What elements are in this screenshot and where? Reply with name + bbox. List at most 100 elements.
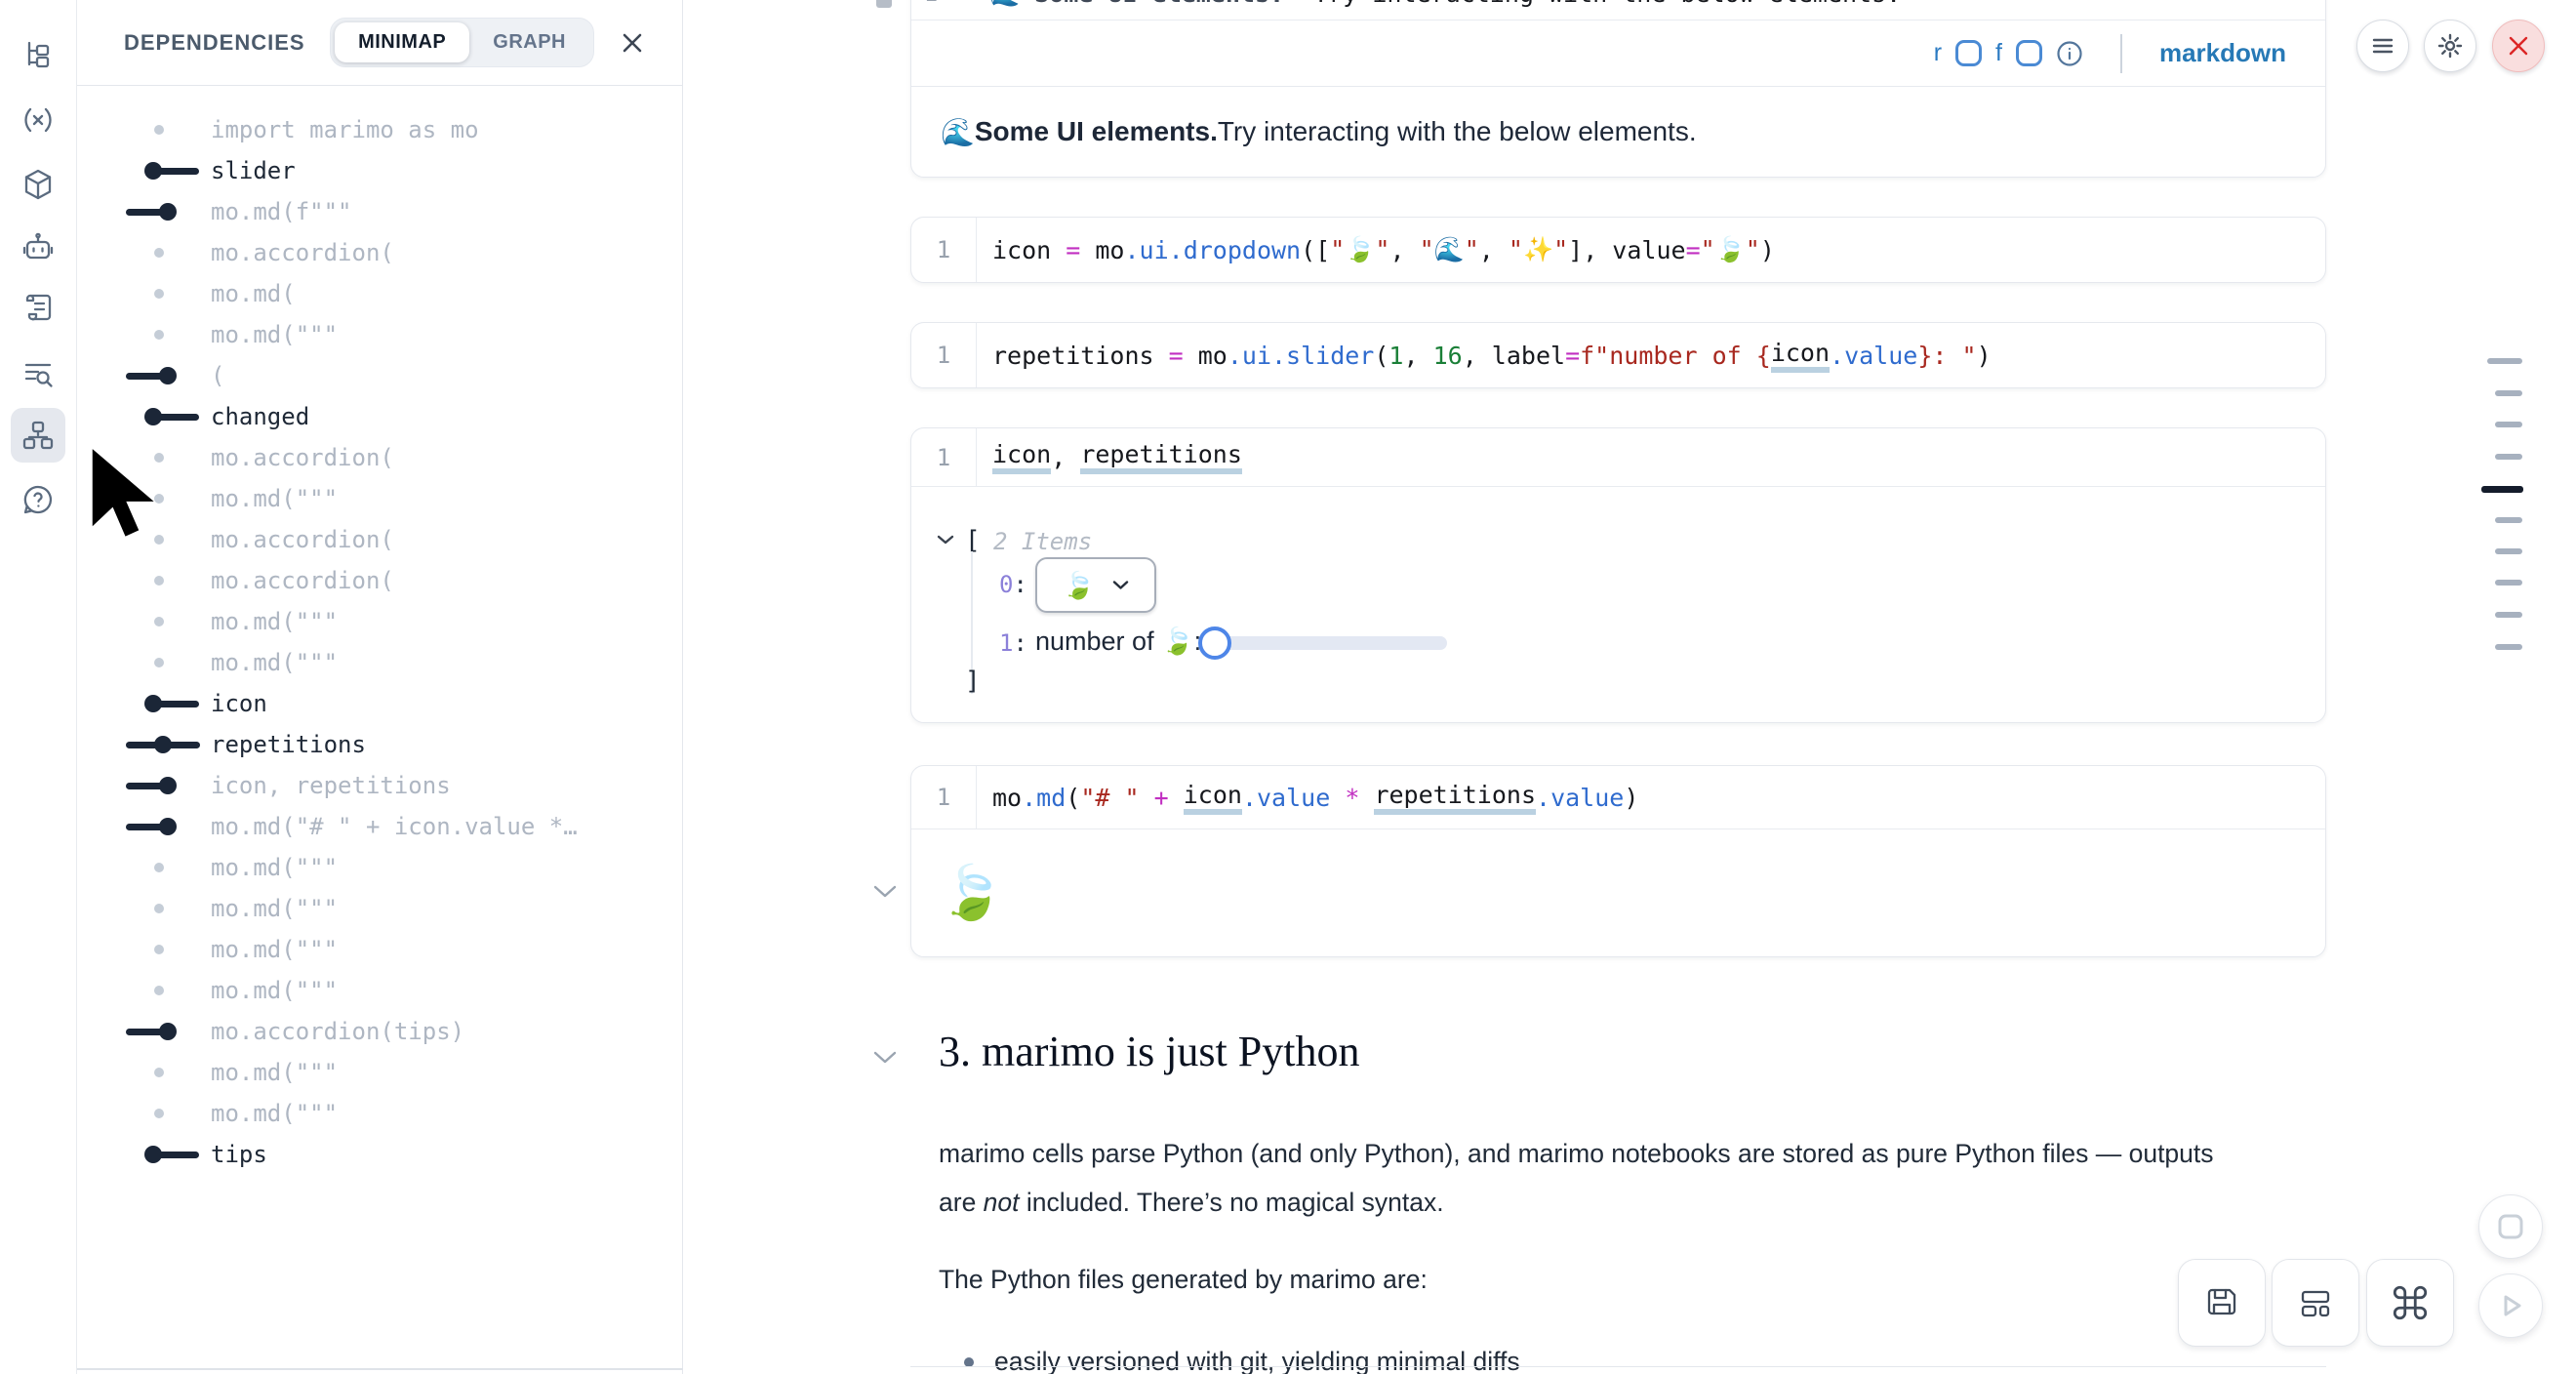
minimap-cell-label: changed [211, 403, 309, 430]
collapse-cell-button[interactable] [872, 884, 898, 900]
save-notebook-button[interactable] [2178, 1259, 2266, 1347]
minimap-cell-item[interactable]: repetitions [77, 724, 680, 765]
minimap-cell-item[interactable]: mo.md(""" [77, 1093, 680, 1134]
sidebar-item-variables[interactable] [11, 93, 65, 147]
cell-marker-dot-icon [77, 478, 211, 519]
code-token: ( [1374, 342, 1389, 370]
scroll-mark-cell[interactable] [2495, 548, 2522, 554]
code-line[interactable]: icon = mo.ui.dropdown(["🍃", "🌊", "✨"], v… [977, 218, 1775, 282]
minimap-cell-item[interactable]: mo.md(""" [77, 642, 680, 683]
cell-drag-handle[interactable] [876, 0, 892, 8]
sidebar-item-packages[interactable] [11, 157, 65, 212]
package-icon [20, 167, 56, 202]
minimap-cell-item[interactable]: mo.md(""" [77, 970, 680, 1011]
scroll-mark-cell[interactable] [2495, 612, 2522, 618]
code-token: "🌊" [1420, 235, 1479, 264]
minimap-cell-item[interactable]: icon, repetitions [77, 765, 680, 806]
code-token: .ui.dropdown [1124, 236, 1301, 264]
minimap-cell-label: mo.md(""" [211, 321, 338, 348]
stop-kernel-button[interactable] [2478, 1194, 2543, 1259]
code-token: .md [1022, 784, 1066, 812]
minimap-cell-item[interactable]: mo.md(""" [77, 847, 680, 888]
sidebar-item-ai-assistant[interactable] [11, 220, 65, 274]
minimap-cell-item[interactable]: mo.md(""" [77, 601, 680, 642]
minimap-cell-item[interactable]: import marimo as mo [77, 109, 680, 150]
minimap-cell-item[interactable]: tips [77, 1134, 680, 1175]
run-cells-button[interactable] [2478, 1273, 2543, 1338]
minimap-cell-item[interactable]: mo.md(""" [77, 929, 680, 970]
scroll-mark-cell[interactable] [2495, 517, 2522, 523]
sidebar-item-snippets[interactable] [11, 280, 65, 335]
code-token: icon [992, 236, 1066, 264]
scroll-mark-cell[interactable] [2487, 358, 2522, 364]
tab-graph[interactable]: GRAPH [469, 22, 589, 62]
sidebar-item-file-explorer[interactable] [11, 28, 65, 83]
code-token: = [1686, 236, 1701, 264]
slider-thumb[interactable] [1198, 626, 1231, 660]
scroll-mark-cell[interactable] [2495, 644, 2522, 650]
minimap-cell-item[interactable]: mo.accordion( [77, 437, 680, 478]
minimap-cell-item[interactable]: icon [77, 683, 680, 724]
settings-button[interactable] [2424, 20, 2476, 72]
code-token [1169, 784, 1184, 812]
language-badge[interactable]: markdown [2159, 38, 2286, 68]
code-token: .value [1242, 784, 1330, 812]
panel-resize-handle[interactable] [77, 1368, 683, 1370]
minimap-cell-item[interactable]: mo.md(""" [77, 1052, 680, 1093]
collapse-array-icon[interactable] [937, 534, 954, 546]
scroll-mark-cell[interactable] [2495, 454, 2522, 460]
minimap-cell-item[interactable]: changed [77, 396, 680, 437]
minimap-cell-list: import marimo as moslidermo.md(f"""mo.ac… [77, 109, 680, 1175]
sidebar-item-outline-search[interactable] [11, 345, 65, 400]
minimap-cell-label: mo.accordion(tips) [211, 1018, 464, 1045]
dropdown-select[interactable]: 🍃 [1035, 557, 1156, 613]
minimap-cell-item[interactable]: mo.md(""" [77, 314, 680, 355]
cell-marker-dot-icon [77, 109, 211, 150]
raw-toggle-checkbox[interactable] [1955, 40, 1982, 66]
fstring-toggle-checkbox[interactable] [2016, 40, 2042, 66]
array-index-1: 1: [999, 629, 1027, 657]
minimap-cell-item[interactable]: mo.md("# " + icon.value *… [77, 806, 680, 847]
code-token: * [1345, 784, 1359, 812]
minimap-cell-item[interactable]: mo.accordion(tips) [77, 1011, 680, 1052]
notebook-menu-button[interactable] [2356, 20, 2409, 72]
slider-track[interactable] [1215, 636, 1447, 650]
toolbar-divider [2120, 34, 2122, 73]
sidebar-item-help[interactable] [11, 472, 65, 527]
code-line[interactable]: icon, repetitions [977, 428, 1242, 486]
info-icon[interactable] [2056, 40, 2083, 67]
minimap-cell-label: import marimo as mo [211, 116, 479, 143]
collapse-section-button[interactable] [872, 1050, 898, 1066]
minimap-cell-item[interactable]: mo.md(f""" [77, 191, 680, 232]
code-line[interactable]: mo.md("# " + icon.value * repetitions.va… [977, 766, 1638, 828]
code-token: .value [1536, 784, 1624, 812]
code-line[interactable]: repetitions = mo.ui.slider(1, 16, label=… [977, 323, 1992, 387]
minimap-cell-item[interactable]: mo.md(""" [77, 478, 680, 519]
scroll-mark-cell[interactable] [2495, 390, 2522, 396]
minimap-cell-item[interactable]: mo.accordion( [77, 560, 680, 601]
code-token: , [1403, 342, 1432, 370]
code-line[interactable]: 🌊 Some UI elements. Try interacting with… [989, 0, 1901, 9]
minimap-cell-item[interactable]: slider [77, 150, 680, 191]
scroll-mark-cell[interactable] [2495, 580, 2522, 586]
tab-minimap[interactable]: MINIMAP [335, 22, 469, 62]
minimap-cell-item[interactable]: mo.md( [77, 273, 680, 314]
command-palette-button[interactable] [2366, 1259, 2454, 1347]
sidebar-item-dependency-graph[interactable] [11, 408, 65, 463]
minimap-cell-label: slider [211, 157, 296, 184]
minimap-cell-label: mo.md(""" [211, 649, 338, 676]
close-panel-button[interactable] [618, 28, 647, 58]
line-number: 1 [911, 766, 977, 828]
scroll-mark-cell[interactable] [2495, 422, 2522, 427]
layout-switch-button[interactable] [2272, 1259, 2359, 1347]
minimap-cell-label: icon [211, 690, 267, 717]
code-editor[interactable]: 1 🌊 Some UI elements. Try interacting wi… [911, 0, 2325, 20]
code-token: 🌊 [989, 0, 1034, 8]
shutdown-button[interactable] [2492, 20, 2545, 72]
code-token: mo [1184, 342, 1228, 370]
minimap-cell-item[interactable]: mo.accordion( [77, 232, 680, 273]
minimap-cell-item[interactable]: mo.accordion( [77, 519, 680, 560]
minimap-cell-item[interactable]: ( [77, 355, 680, 396]
scroll-mark-active-cell[interactable] [2481, 486, 2523, 493]
minimap-cell-item[interactable]: mo.md(""" [77, 888, 680, 929]
